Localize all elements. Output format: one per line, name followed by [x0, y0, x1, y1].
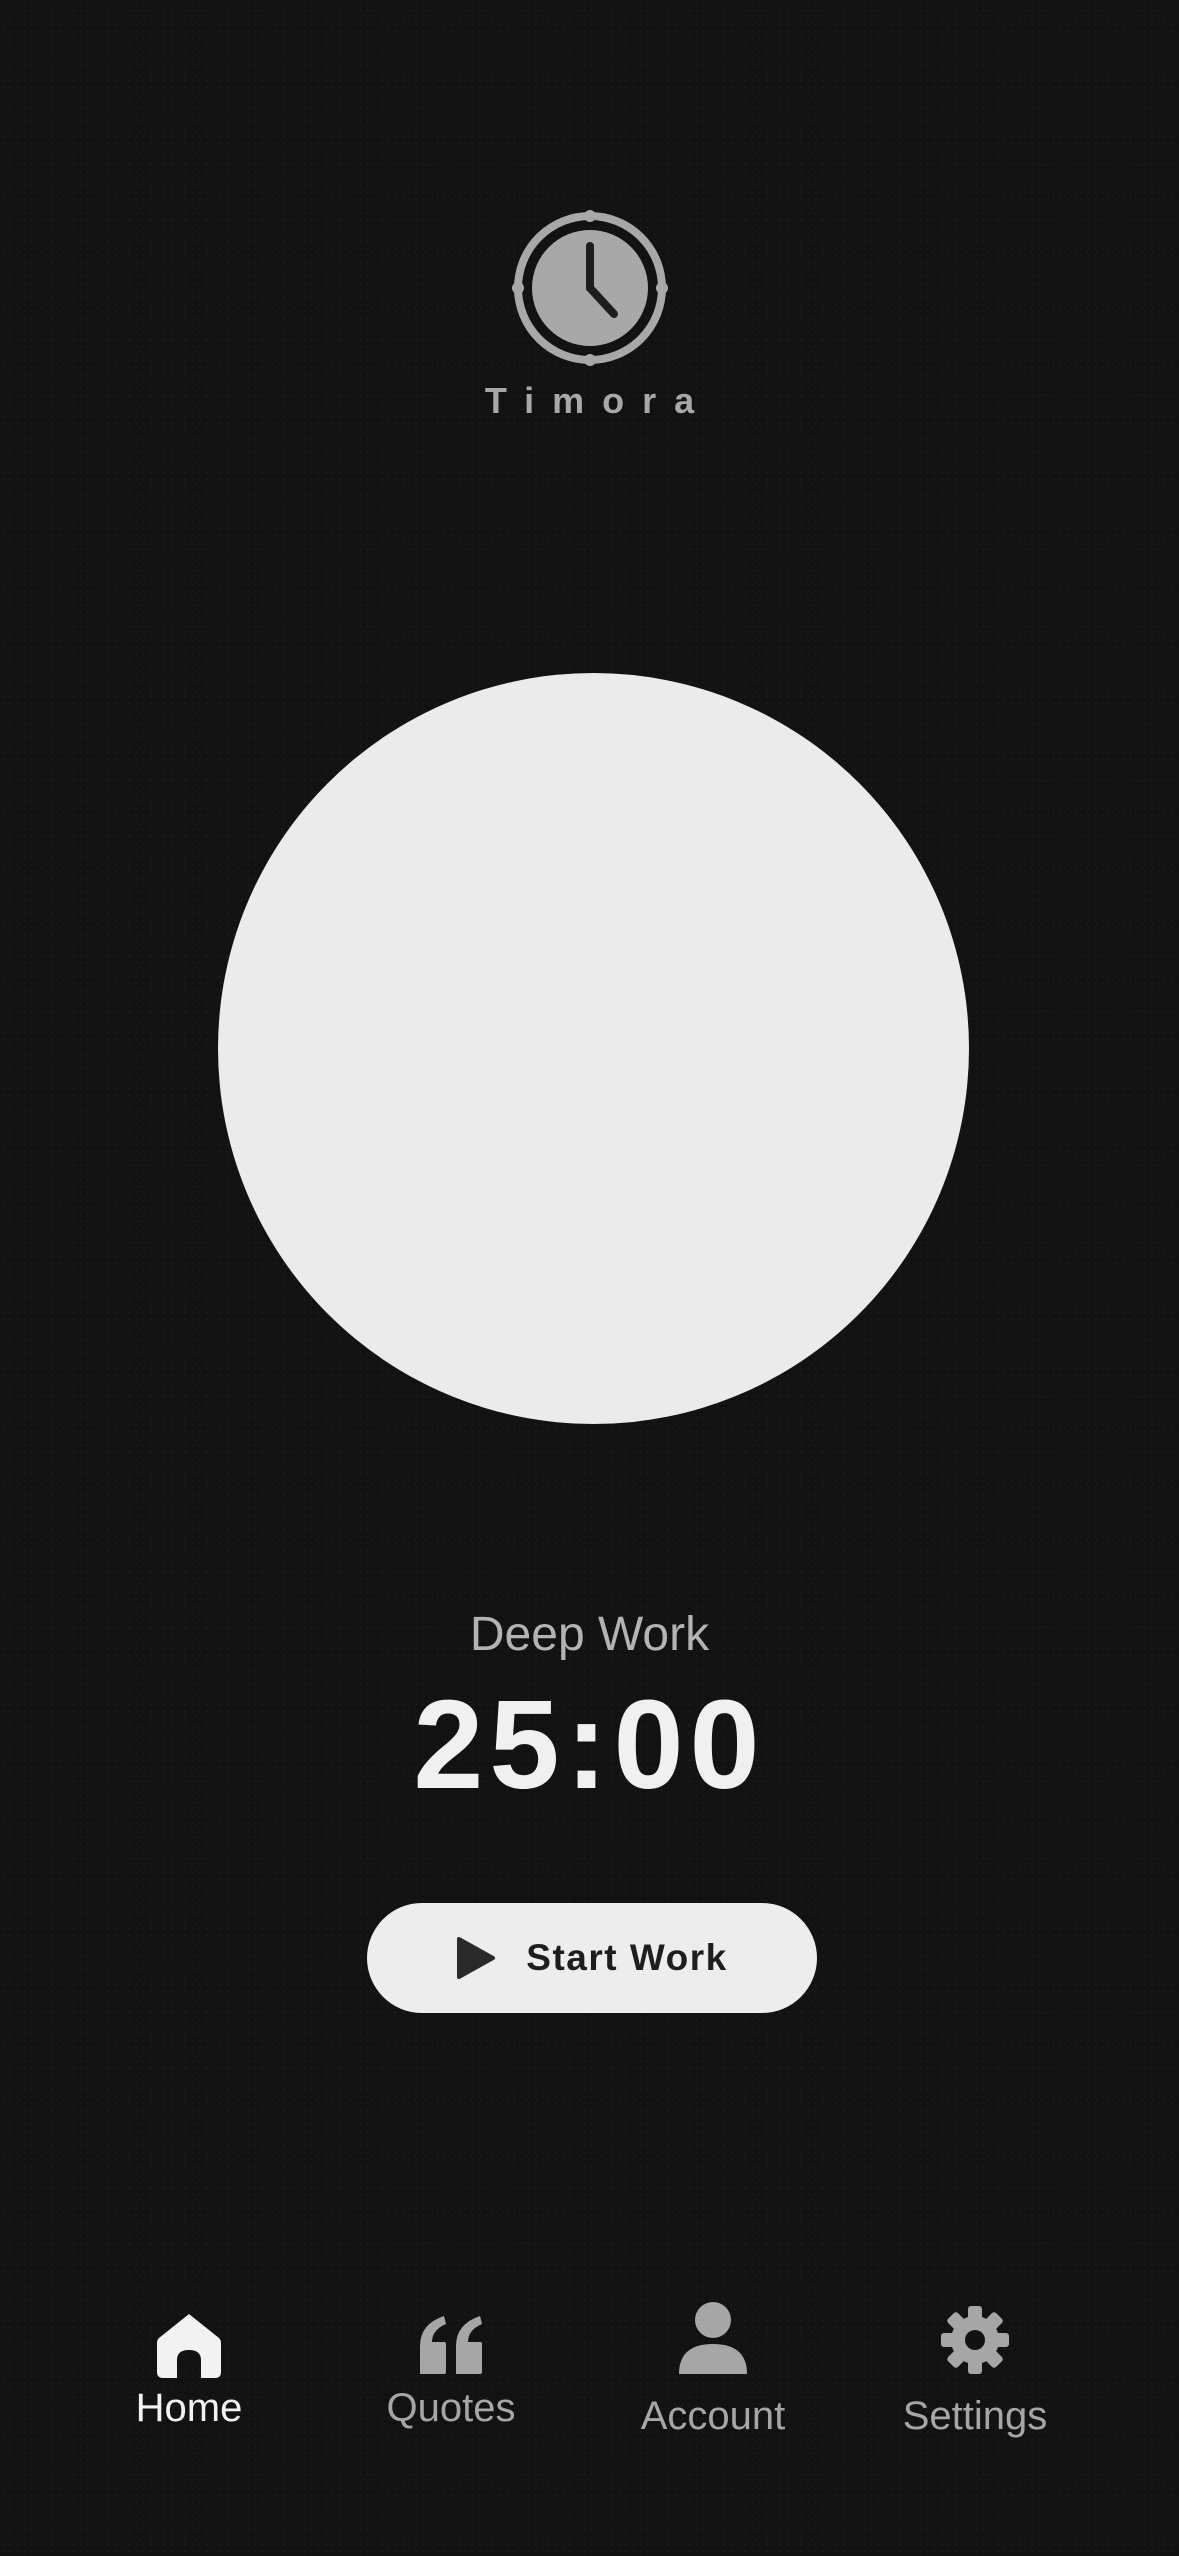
person-icon — [679, 2302, 747, 2374]
bottom-nav: Home Quotes Account Settings — [0, 2290, 1179, 2490]
timer-circle — [218, 673, 969, 1424]
nav-label-home: Home — [135, 2386, 243, 2430]
nav-label-settings: Settings — [902, 2394, 1048, 2438]
start-work-label: Start Work — [526, 1937, 728, 1978]
app-logo: Timora — [0, 210, 1179, 422]
nav-label-account: Account — [640, 2394, 786, 2438]
gear-icon — [941, 2306, 1009, 2374]
nav-item-settings[interactable]: Settings — [855, 2290, 1095, 2439]
nav-item-quotes[interactable]: Quotes — [331, 2290, 571, 2431]
start-work-button[interactable]: Start Work — [367, 1903, 817, 2013]
quote-icon — [420, 2316, 482, 2374]
home-icon — [157, 2314, 221, 2378]
home-screen: Timora Deep Work 25:00 Start Work Home Q… — [0, 0, 1179, 2556]
nav-item-account[interactable]: Account — [593, 2290, 833, 2439]
clock-icon — [511, 210, 668, 366]
time-display: 25:00 — [413, 1674, 766, 1815]
play-icon — [457, 1937, 496, 1979]
app-name: Timora — [484, 380, 713, 421]
nav-label-quotes: Quotes — [386, 2386, 516, 2430]
session-label: Deep Work — [469, 1608, 710, 1661]
nav-item-home[interactable]: Home — [69, 2290, 309, 2431]
